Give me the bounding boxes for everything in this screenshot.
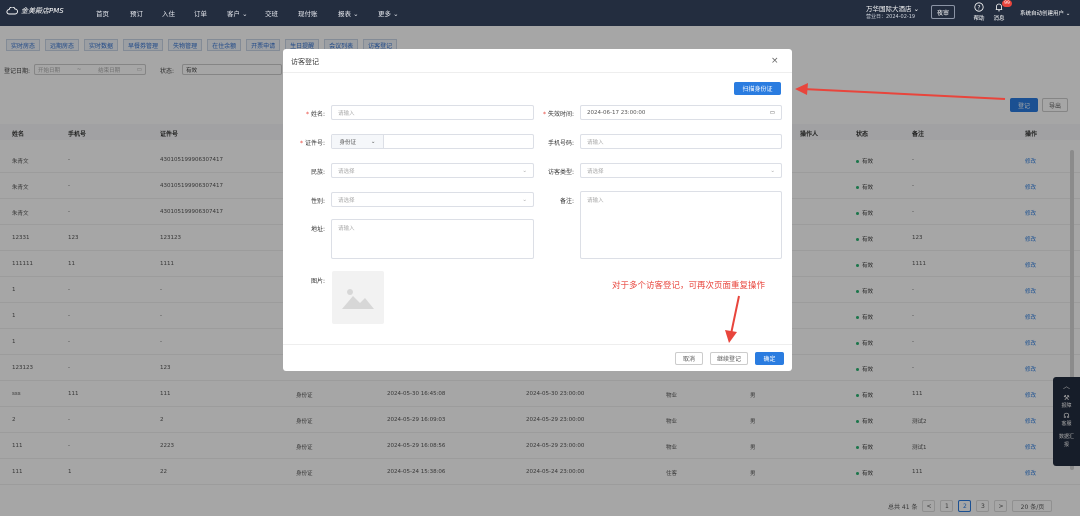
arrow-to-continue-icon bbox=[725, 295, 740, 343]
annotation-arrows bbox=[725, 83, 1006, 343]
arrow-to-scan-icon bbox=[795, 83, 1006, 100]
